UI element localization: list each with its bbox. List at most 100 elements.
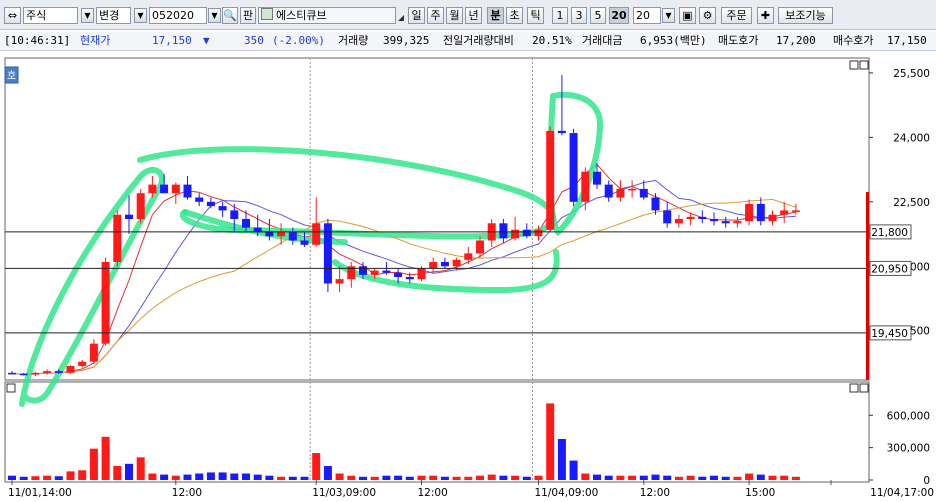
volume-bar[interactable] bbox=[43, 475, 52, 480]
volume-bar[interactable] bbox=[487, 474, 496, 480]
volume-bar[interactable] bbox=[323, 465, 332, 480]
volume-bar[interactable] bbox=[242, 473, 250, 480]
volume-panel-menu-icon[interactable] bbox=[6, 383, 16, 393]
candle[interactable] bbox=[569, 128, 578, 207]
volume-bar[interactable] bbox=[476, 475, 484, 480]
volume-bar[interactable] bbox=[569, 460, 578, 480]
volume-bar[interactable] bbox=[499, 475, 508, 480]
volume-bar[interactable] bbox=[534, 475, 543, 480]
volume-bar[interactable] bbox=[686, 475, 695, 480]
volume-bar[interactable] bbox=[768, 475, 777, 480]
period-year-button[interactable]: 년 bbox=[465, 7, 482, 24]
volume-bar[interactable] bbox=[89, 448, 98, 480]
interval-input[interactable]: 20 bbox=[633, 7, 661, 24]
volume-bar[interactable] bbox=[756, 474, 765, 480]
volume-bar[interactable] bbox=[31, 476, 40, 480]
volume-bar[interactable] bbox=[101, 436, 110, 480]
volume-bar[interactable] bbox=[277, 476, 286, 480]
plus-icon[interactable]: ✚ bbox=[757, 7, 774, 24]
volume-bar[interactable] bbox=[125, 463, 133, 480]
volume-bar[interactable] bbox=[593, 474, 601, 480]
volume-bar[interactable] bbox=[347, 475, 356, 480]
change-select[interactable]: 변경 bbox=[96, 7, 131, 24]
period-second-button[interactable]: 초 bbox=[506, 7, 523, 24]
volume-bar[interactable] bbox=[616, 475, 625, 480]
period-minute-button[interactable]: 분 bbox=[487, 7, 504, 24]
volume-bar[interactable] bbox=[651, 474, 660, 480]
period-week-button[interactable]: 주 bbox=[427, 7, 444, 24]
volume-bar[interactable] bbox=[19, 476, 28, 480]
volume-panel-max-icon[interactable] bbox=[849, 383, 859, 393]
volume-bar[interactable] bbox=[581, 473, 590, 480]
volume-bar[interactable] bbox=[639, 475, 648, 480]
period-day-button[interactable]: 일 bbox=[408, 7, 425, 24]
volume-bar[interactable] bbox=[417, 475, 426, 480]
interval-5-button[interactable]: 5 bbox=[590, 7, 606, 24]
volume-bar[interactable] bbox=[8, 475, 16, 480]
candle[interactable] bbox=[113, 210, 122, 267]
period-month-button[interactable]: 월 bbox=[446, 7, 463, 24]
interval-1-button[interactable]: 1 bbox=[552, 7, 568, 24]
volume-bar[interactable] bbox=[628, 475, 637, 480]
volume-bar[interactable] bbox=[206, 472, 215, 480]
volume-bar[interactable] bbox=[136, 457, 145, 480]
volume-bar[interactable] bbox=[335, 473, 344, 480]
code-dropdown-icon[interactable]: ▼ bbox=[208, 8, 221, 23]
volume-bar[interactable] bbox=[710, 475, 718, 480]
change-dropdown-icon[interactable]: ▼ bbox=[134, 8, 147, 23]
volume-bar[interactable] bbox=[288, 476, 297, 480]
stock-code-input[interactable]: 052020 bbox=[149, 7, 207, 24]
pan-button[interactable]: 판 bbox=[240, 7, 256, 24]
market-dropdown-icon[interactable]: ▼ bbox=[81, 8, 94, 23]
volume-bar[interactable] bbox=[429, 475, 438, 480]
volume-bar[interactable] bbox=[511, 475, 520, 480]
volume-bar[interactable] bbox=[183, 474, 192, 480]
volume-panel-close-icon[interactable] bbox=[859, 383, 869, 393]
volume-bar[interactable] bbox=[663, 475, 672, 480]
volume-bar[interactable] bbox=[440, 476, 449, 480]
volume-bar[interactable] bbox=[721, 476, 730, 480]
volume-bar[interactable] bbox=[300, 476, 309, 480]
volume-bar[interactable] bbox=[780, 475, 789, 480]
gear-icon[interactable]: ⚙ bbox=[699, 7, 716, 24]
interval-3-button[interactable]: 3 bbox=[571, 7, 587, 24]
volume-bar[interactable] bbox=[370, 476, 379, 480]
volume-bar[interactable] bbox=[674, 476, 683, 480]
market-select[interactable]: 주식 bbox=[23, 7, 78, 24]
volume-bar[interactable] bbox=[464, 476, 473, 480]
save-icon[interactable]: ▣ bbox=[679, 7, 696, 24]
volume-bar[interactable] bbox=[78, 470, 87, 480]
stock-chart[interactable]: 25,50024,00022,50021,00019,500600,000300… bbox=[0, 52, 936, 499]
volume-bar[interactable] bbox=[195, 473, 204, 480]
candle[interactable] bbox=[546, 126, 555, 232]
volume-bar[interactable] bbox=[382, 475, 391, 480]
order-button[interactable]: 주문 bbox=[721, 7, 752, 24]
volume-bar[interactable] bbox=[452, 476, 461, 480]
volume-bar[interactable] bbox=[230, 473, 239, 480]
aux-function-button[interactable]: 보조기능 bbox=[778, 7, 833, 24]
volume-bar[interactable] bbox=[253, 474, 262, 480]
volume-bar[interactable] bbox=[312, 453, 321, 480]
volume-bar[interactable] bbox=[160, 474, 169, 480]
period-tick-button[interactable]: 틱 bbox=[527, 7, 544, 24]
candle[interactable] bbox=[136, 188, 145, 224]
toggle-arrows-icon[interactable]: ⇔ bbox=[4, 7, 21, 24]
volume-bar[interactable] bbox=[546, 403, 555, 480]
volume-bar[interactable] bbox=[218, 472, 227, 480]
volume-bar[interactable] bbox=[113, 465, 122, 480]
volume-bar[interactable] bbox=[171, 475, 180, 480]
volume-bar[interactable] bbox=[405, 476, 414, 480]
interval-dropdown-icon[interactable]: ▼ bbox=[662, 8, 675, 23]
volume-bar[interactable] bbox=[733, 476, 742, 480]
price-panel-close-icon[interactable] bbox=[859, 60, 869, 70]
volume-bar[interactable] bbox=[54, 476, 63, 480]
price-panel-max-icon[interactable] bbox=[849, 60, 859, 70]
volume-bar[interactable] bbox=[604, 475, 613, 480]
search-icon[interactable]: 🔍 bbox=[222, 7, 238, 24]
volume-bar[interactable] bbox=[66, 471, 75, 480]
volume-bar[interactable] bbox=[557, 439, 566, 480]
interval-20-button[interactable]: 20 bbox=[609, 7, 629, 24]
volume-bar[interactable] bbox=[745, 473, 754, 480]
volume-bar[interactable] bbox=[698, 476, 707, 480]
candle[interactable] bbox=[323, 219, 332, 293]
